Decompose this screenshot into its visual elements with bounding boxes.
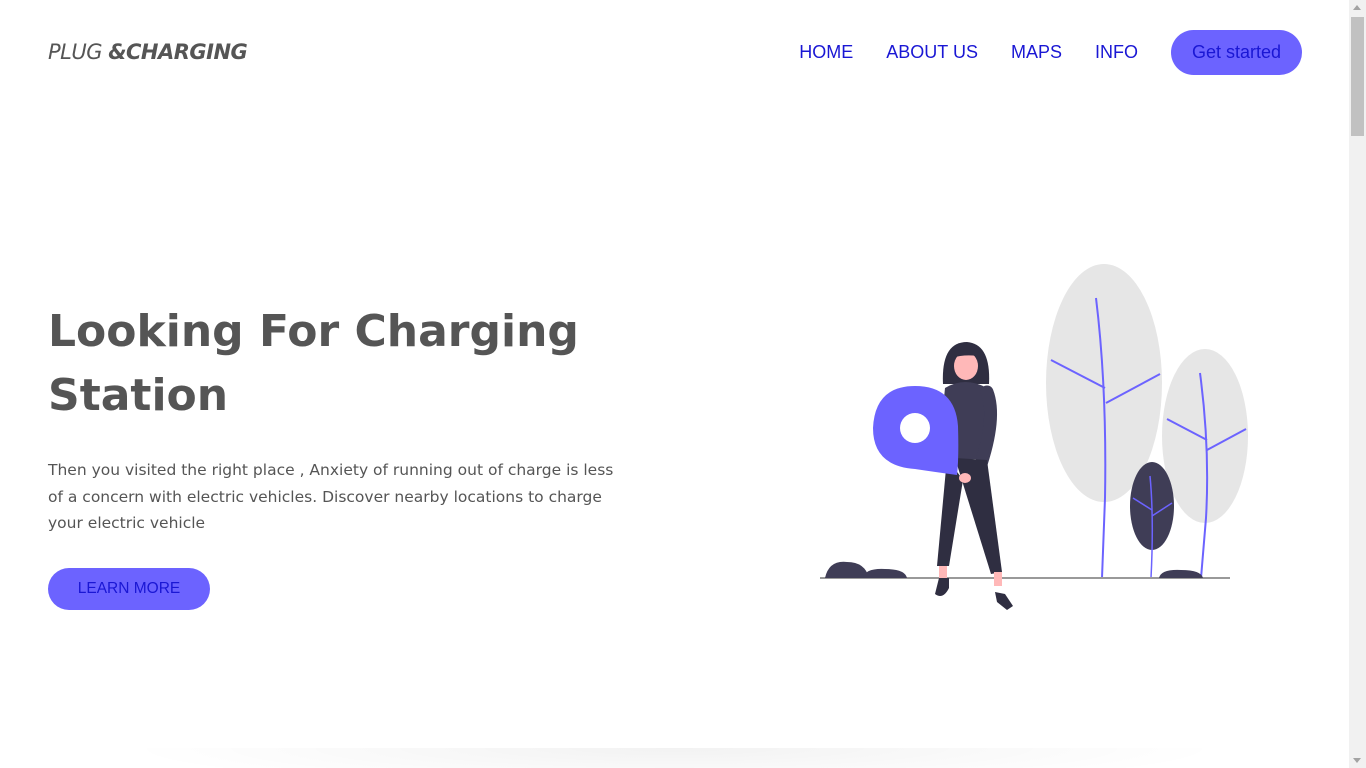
- woman-leg-left: [937, 458, 963, 566]
- nav-maps[interactable]: MAPS: [1011, 42, 1062, 63]
- hero-title: Looking For Charging Station: [48, 306, 579, 421]
- woman-ankle-left: [939, 566, 947, 580]
- site-logo[interactable]: PLUG &CHARGING: [48, 40, 248, 64]
- logo-text-bold: &CHARGING: [108, 40, 248, 64]
- scroll-up-arrow-icon[interactable]: [1353, 5, 1361, 10]
- woman-shoe-left: [935, 578, 949, 596]
- section-divider-shadow: [120, 748, 1229, 768]
- learn-more-button[interactable]: LEARN MORE: [48, 568, 210, 610]
- nav-info[interactable]: INFO: [1095, 42, 1138, 63]
- main-nav: HOME ABOUT US MAPS INFO Get started: [766, 30, 1302, 75]
- rock-3: [1159, 569, 1203, 578]
- scrollbar-thumb[interactable]: [1351, 17, 1364, 136]
- page: PLUG &CHARGING HOME ABOUT US MAPS INFO G…: [0, 0, 1349, 768]
- rock-2: [863, 568, 907, 578]
- woman-hand: [959, 473, 971, 483]
- location-pin-hole: [900, 413, 930, 443]
- vertical-scrollbar[interactable]: [1349, 0, 1366, 768]
- scroll-down-arrow-icon[interactable]: [1353, 758, 1361, 763]
- woman-shoe-right: [995, 592, 1013, 610]
- nav-home[interactable]: HOME: [799, 42, 853, 63]
- nav-about-us[interactable]: ABOUT US: [886, 42, 978, 63]
- logo-text-light: PLUG: [48, 40, 109, 64]
- rock-1: [825, 561, 869, 578]
- hero-description: Then you visited the right place , Anxie…: [48, 461, 614, 532]
- get-started-button[interactable]: Get started: [1171, 30, 1302, 75]
- woman-ankle-right: [994, 572, 1002, 586]
- woman-holding-location-pin-illustration: [820, 264, 1248, 610]
